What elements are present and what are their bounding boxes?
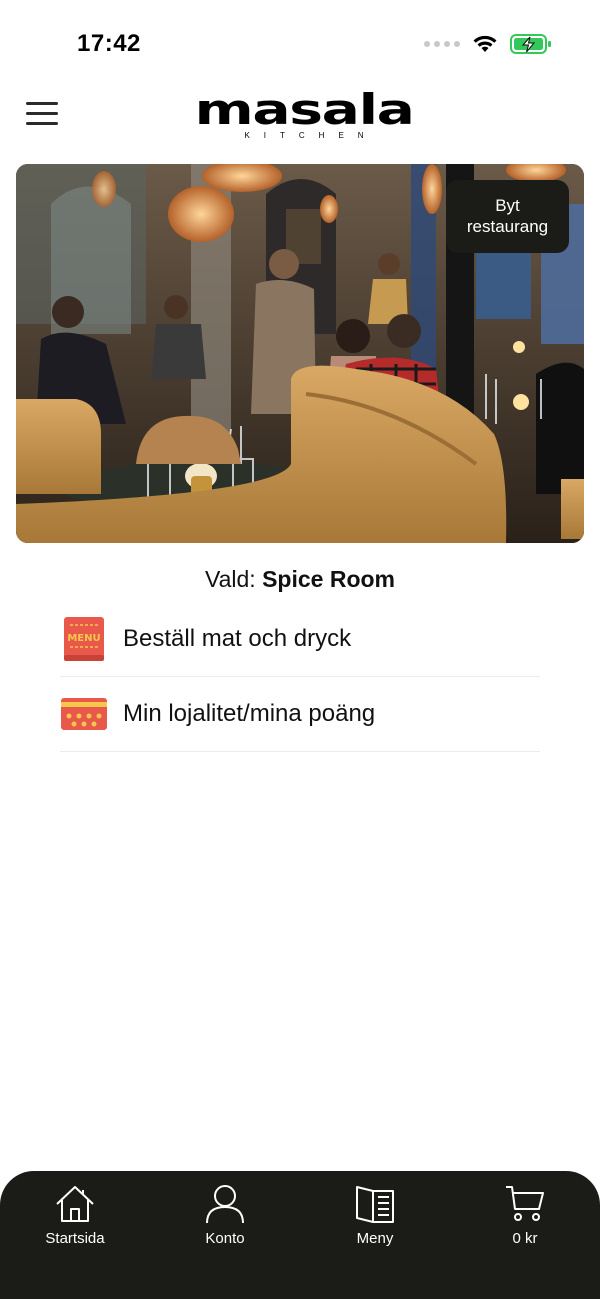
order-food-and-drink-label: Beställ mat och dryck bbox=[123, 625, 352, 652]
menu-book-icon: MENU bbox=[60, 615, 108, 663]
tab-startsida-label: Startsida bbox=[45, 1230, 105, 1247]
loyalty-card-icon bbox=[60, 690, 108, 738]
selected-restaurant: Vald: Spice Room bbox=[0, 566, 600, 593]
user-icon bbox=[205, 1184, 245, 1224]
battery-charging-icon bbox=[510, 34, 551, 54]
cellular-signal-icon bbox=[424, 41, 460, 47]
tab-startsida[interactable]: Startsida bbox=[0, 1171, 150, 1299]
wifi-icon bbox=[473, 35, 497, 52]
app-header: masala KITCHEN bbox=[0, 85, 600, 150]
hamburger-menu-icon[interactable] bbox=[26, 102, 58, 126]
selected-restaurant-name: Spice Room bbox=[262, 566, 396, 592]
switch-restaurant-label-line2: restaurang bbox=[466, 217, 549, 236]
restaurant-hero-image: Byt restaurang bbox=[16, 164, 584, 543]
masala-kitchen-logo: masala KITCHEN bbox=[194, 85, 415, 142]
status-icons bbox=[424, 33, 552, 55]
home-icon bbox=[55, 1184, 95, 1224]
status-bar: 17:42 bbox=[0, 0, 600, 90]
action-list: MENU Beställ mat och dryck Min lojalitet… bbox=[60, 602, 540, 752]
bottom-tab-bar: Startsida Konto Meny 0 kr bbox=[0, 1171, 600, 1299]
tab-konto-label: Konto bbox=[205, 1230, 245, 1247]
menu-icon-text: MENU bbox=[67, 633, 100, 644]
logo-wordmark: masala bbox=[194, 85, 415, 134]
menu-book-icon bbox=[355, 1184, 395, 1224]
cart-icon bbox=[505, 1184, 545, 1224]
order-food-and-drink-item[interactable]: MENU Beställ mat och dryck bbox=[60, 602, 540, 677]
status-time: 17:42 bbox=[77, 30, 141, 57]
tab-meny[interactable]: Meny bbox=[300, 1171, 450, 1299]
selected-prefix: Vald: bbox=[204, 566, 256, 592]
tab-cart[interactable]: 0 kr bbox=[450, 1171, 600, 1299]
cart-total-label: 0 kr bbox=[512, 1230, 538, 1247]
loyalty-points-item[interactable]: Min lojalitet/mina poäng bbox=[60, 677, 540, 752]
tab-meny-label: Meny bbox=[356, 1230, 394, 1247]
loyalty-points-label: Min lojalitet/mina poäng bbox=[123, 700, 376, 727]
switch-restaurant-label-line1: Byt bbox=[495, 196, 520, 215]
tab-konto[interactable]: Konto bbox=[150, 1171, 300, 1299]
switch-restaurant-button[interactable]: Byt restaurang bbox=[446, 180, 569, 253]
